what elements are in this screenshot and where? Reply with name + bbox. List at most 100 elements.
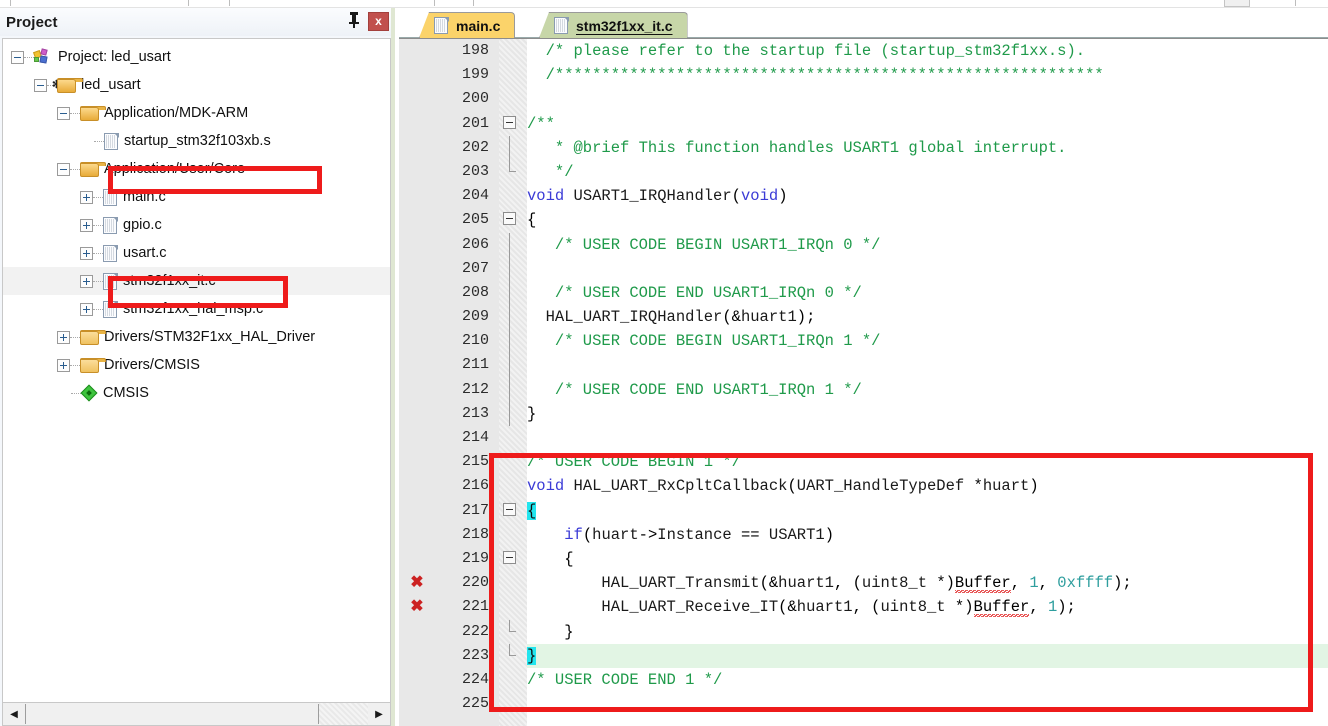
ide-window: Project x Project: led_usart ✻led_usart Ap… bbox=[0, 0, 1328, 726]
project-tree: Project: led_usart ✻led_usart Application/… bbox=[2, 38, 391, 707]
code-line[interactable]: ✖ 221 HAL_UART_Receive_IT(&huart1, (uint8… bbox=[399, 595, 1328, 619]
code-text: HAL_UART_Transmit(&huart1, (uint8_t *)Bu… bbox=[601, 574, 1132, 594]
code-line[interactable]: 211 bbox=[399, 353, 1328, 378]
line-number: 219 bbox=[461, 549, 489, 567]
tree-item-drivers-cmsis[interactable]: Drivers/CMSIS bbox=[3, 351, 390, 379]
tree-expander[interactable] bbox=[57, 358, 70, 372]
error-marker-icon[interactable]: ✖ bbox=[407, 595, 427, 619]
tree-expander[interactable] bbox=[80, 302, 93, 316]
tree-expander[interactable] bbox=[57, 330, 70, 344]
code-text: * @brief This function handles USART1 gl… bbox=[527, 138, 1067, 157]
code-line[interactable]: 217 { bbox=[399, 499, 1328, 523]
code-text: void USART1_IRQHandler(void) bbox=[527, 187, 788, 206]
panel-splitter[interactable] bbox=[391, 8, 395, 726]
line-number: 215 bbox=[461, 453, 489, 471]
toolbar-tick bbox=[229, 0, 230, 6]
toolbar-dropdown[interactable] bbox=[1224, 0, 1250, 7]
tree-expander[interactable] bbox=[57, 106, 70, 120]
code-text: /* USER CODE END USART1_IRQn 1 */ bbox=[527, 380, 862, 399]
tab-stm32f1xx-it-c[interactable]: stm32f1xx_it.c bbox=[539, 12, 688, 38]
tree-item-application-mdk-arm[interactable]: Application/MDK-ARM bbox=[3, 99, 390, 127]
fold-toggle-icon[interactable] bbox=[503, 550, 516, 564]
code-line[interactable]: 199 /***********************************… bbox=[399, 63, 1328, 87]
scroll-left-arrow[interactable]: ◀ bbox=[3, 703, 25, 725]
code-line[interactable]: 222 } bbox=[399, 619, 1328, 644]
line-number: 206 bbox=[461, 235, 489, 253]
tree-item-stm32f1xx-hal-msp-c[interactable]: stm32f1xx_hal_msp.c bbox=[3, 295, 390, 323]
code-line[interactable]: 212 /* USER CODE END USART1_IRQn 1 */ bbox=[399, 377, 1328, 402]
tree-expander[interactable] bbox=[80, 274, 93, 288]
tree-expander[interactable] bbox=[34, 78, 47, 92]
tree-connector bbox=[70, 364, 80, 366]
code-line[interactable]: 225 bbox=[399, 692, 1328, 716]
tree-expander[interactable] bbox=[80, 246, 93, 260]
tree-expander[interactable] bbox=[11, 50, 24, 64]
tree-connector bbox=[94, 140, 104, 142]
line-number: 200 bbox=[461, 90, 489, 108]
code-line[interactable]: 203 */ bbox=[399, 159, 1328, 184]
tree-expander[interactable] bbox=[80, 218, 93, 232]
code-text: /* USER CODE BEGIN 1 */ bbox=[527, 453, 741, 472]
code-line[interactable]: 198 /* please refer to the startup file … bbox=[399, 39, 1328, 63]
toolbar-tick bbox=[1295, 0, 1296, 6]
tree-item-startup-stm32f103xb-s[interactable]: startup_stm32f103xb.s bbox=[3, 127, 390, 155]
project-panel-header: Project x bbox=[0, 8, 395, 36]
tree-item-label: Drivers/CMSIS bbox=[104, 357, 200, 373]
code-line[interactable]: 223} bbox=[399, 643, 1328, 668]
code-line[interactable]: 216 void HAL_UART_RxCpltCallback(UART_Han… bbox=[399, 474, 1328, 498]
code-line[interactable]: 210 /* USER CODE BEGIN USART1_IRQn 1 */ bbox=[399, 329, 1328, 354]
code-line[interactable]: 219 { bbox=[399, 547, 1328, 571]
tree-item-stm32f1xx-it-c[interactable]: stm32f1xx_it.c bbox=[3, 267, 390, 295]
tree-item-drivers-stm32f1xx-hal-driver[interactable]: Drivers/STM32F1xx_HAL_Driver bbox=[3, 323, 390, 351]
tree-expander[interactable] bbox=[80, 190, 93, 204]
tree-item-cmsis[interactable]: CMSIS bbox=[3, 379, 390, 407]
folder-gear-icon: ✻ bbox=[52, 77, 83, 93]
code-line[interactable]: 208 /* USER CODE END USART1_IRQn 0 */ bbox=[399, 280, 1328, 306]
tree-item-gpio-c[interactable]: gpio.c bbox=[3, 211, 390, 239]
scroll-right-arrow[interactable]: ▶ bbox=[368, 703, 390, 725]
scrollbar-thumb[interactable] bbox=[25, 704, 319, 724]
code-line[interactable]: 202 * @brief This function handles USART… bbox=[399, 135, 1328, 160]
line-number: 218 bbox=[461, 525, 489, 543]
code-line[interactable]: ✖ 220 HAL_UART_Transmit(&huart1, (uint8_t… bbox=[399, 571, 1328, 595]
code-line[interactable]: 215 /* USER CODE BEGIN 1 */ bbox=[399, 450, 1328, 474]
scrollbar-track[interactable] bbox=[319, 703, 368, 725]
code-view[interactable]: 198 /* please refer to the startup file … bbox=[399, 38, 1328, 726]
code-line[interactable]: 218 if(huart->Instance == USART1) bbox=[399, 523, 1328, 547]
tree-item-led-usart[interactable]: ✻led_usart bbox=[3, 71, 390, 99]
fold-toggle-icon[interactable] bbox=[503, 212, 516, 226]
tree-item-project-led-usart[interactable]: Project: led_usart bbox=[3, 43, 390, 71]
tree-item-usart-c[interactable]: usart.c bbox=[3, 239, 390, 267]
tree-item-label: stm32f1xx_hal_msp.c bbox=[123, 301, 264, 317]
code-line[interactable]: 204 void USART1_IRQHandler(void) bbox=[399, 184, 1328, 208]
code-line[interactable]: 207 bbox=[399, 256, 1328, 281]
error-marker-icon[interactable]: ✖ bbox=[407, 571, 427, 595]
code-line[interactable]: 205 { bbox=[399, 208, 1328, 232]
tree-item-application-user-core[interactable]: Application/User/Core bbox=[3, 155, 390, 183]
tree-connector bbox=[93, 308, 103, 310]
tree-expander[interactable] bbox=[57, 162, 70, 176]
code-line[interactable]: 201 /** bbox=[399, 112, 1328, 136]
code-line[interactable]: 200 bbox=[399, 87, 1328, 111]
tab-main-c[interactable]: main.c bbox=[419, 12, 516, 38]
pin-icon[interactable] bbox=[346, 11, 362, 31]
fold-toggle-icon[interactable] bbox=[503, 115, 516, 129]
code-line[interactable]: 206 /* USER CODE BEGIN USART1_IRQn 0 */ bbox=[399, 232, 1328, 257]
tree-connector bbox=[70, 336, 80, 338]
file-icon bbox=[103, 272, 118, 290]
code-line[interactable]: 224 /* USER CODE END 1 */ bbox=[399, 668, 1328, 692]
fold-guide bbox=[509, 280, 510, 306]
fold-toggle-icon[interactable] bbox=[503, 502, 516, 516]
line-number: 212 bbox=[461, 380, 489, 398]
toolbar-tick bbox=[473, 0, 474, 6]
line-number: 199 bbox=[461, 66, 489, 84]
code-line[interactable]: 213} bbox=[399, 401, 1328, 426]
fold-guide-end bbox=[509, 619, 516, 632]
code-line[interactable]: 209 HAL_UART_IRQHandler(&huart1); bbox=[399, 305, 1328, 330]
tree-item-main-c[interactable]: main.c bbox=[3, 183, 390, 211]
line-number: 202 bbox=[461, 138, 489, 156]
tree-item-label: CMSIS bbox=[103, 385, 149, 401]
close-icon[interactable]: x bbox=[368, 11, 389, 31]
code-line[interactable]: 214 bbox=[399, 426, 1328, 450]
project-horizontal-scrollbar[interactable]: ◀ ▶ bbox=[2, 702, 391, 726]
